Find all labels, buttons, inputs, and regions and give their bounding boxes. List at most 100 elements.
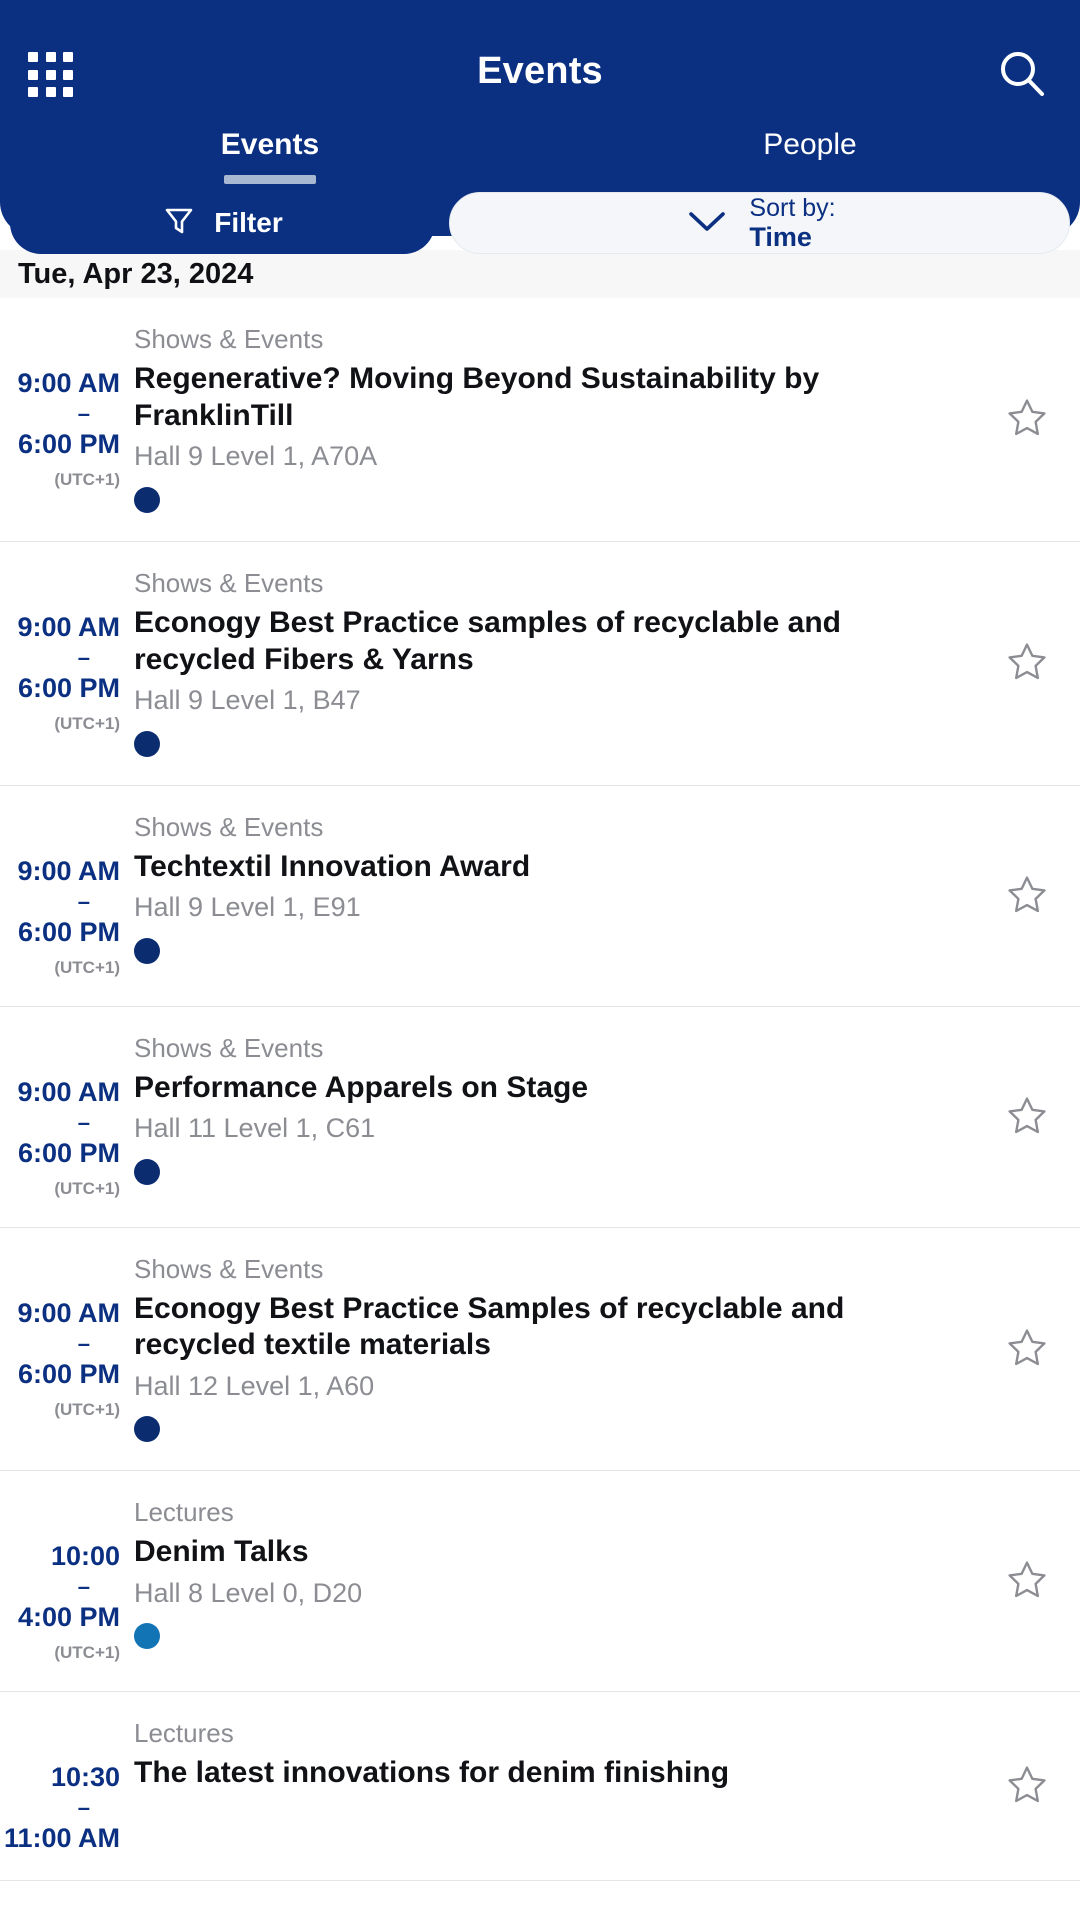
event-content-column: Shows & Events Regenerative? Moving Beyon… xyxy=(134,324,974,513)
event-timezone-label: (UTC+1) xyxy=(54,1178,120,1198)
event-category-dot xyxy=(134,486,160,513)
event-location: Hall 9 Level 1, B47 xyxy=(134,685,361,716)
event-content-column: Shows & Events Econogy Best Practice samp… xyxy=(134,568,974,757)
event-category: Lectures xyxy=(134,1497,234,1528)
event-start-time: 9:00 AM xyxy=(17,1076,120,1107)
event-timezone-label: (UTC+1) xyxy=(54,1399,120,1419)
event-time-column: 10:00–4:00 PM (UTC+1) xyxy=(0,1497,134,1663)
search-icon[interactable] xyxy=(994,46,1050,102)
event-category-dot xyxy=(134,1416,160,1443)
funnel-icon xyxy=(162,204,196,243)
event-category-dot xyxy=(134,937,160,964)
event-time-column: 9:00 AM –6:00 PM (UTC+1) xyxy=(0,568,134,757)
event-content-column: Lectures The latest innovations for denim… xyxy=(134,1718,974,1852)
event-list-item[interactable]: 10:30–11:00 AM Lectures The latest innovat… xyxy=(0,1692,1080,1882)
filter-button-label: Filter xyxy=(214,207,283,238)
sort-by-label: Sort by: xyxy=(749,193,836,222)
event-content-column: Shows & Events Techtextil Innovation Awar… xyxy=(134,812,974,978)
event-time-dash: – xyxy=(77,888,90,914)
header-tabs: Events People xyxy=(0,128,1080,184)
event-location: Hall 12 Level 1, A60 xyxy=(134,1370,375,1401)
event-timezone-label: (UTC+1) xyxy=(54,957,120,977)
event-list-item[interactable]: 9:00 AM – 6:00 PM (UTC+1) Shows & Events Rege… xyxy=(0,298,1080,542)
favorite-star-icon[interactable] xyxy=(974,324,1080,513)
event-category-dot xyxy=(134,1158,160,1185)
event-title: Regenerative? Moving Beyond Sustainabili… xyxy=(134,362,820,432)
tab-people[interactable]: People xyxy=(540,128,1080,184)
tab-people-label: People xyxy=(763,128,857,161)
event-category-dot xyxy=(134,1623,160,1650)
event-list: 9:00 AM –6:00 PM (UTC+1) Shows & Events Rege… xyxy=(0,298,1080,1882)
event-time-dash: – xyxy=(77,1330,90,1356)
event-title: Performance Apparels on Stage xyxy=(134,1070,589,1104)
app-screen: Events Events People Filter Sort by: Tim… xyxy=(0,0,1080,1920)
event-category: Shows & Events xyxy=(134,811,324,842)
event-time-column: 9:00 AM –6:00 PM (UTC+1) xyxy=(0,812,134,978)
favorite-star-icon[interactable] xyxy=(974,812,1080,978)
event-list-item[interactable]: 9:00 AM –6:00 PM (UTC+1) Shows & Events Econ… xyxy=(0,1227,1080,1472)
event-title: Econogy Best Practice samples of recycla… xyxy=(134,605,841,676)
event-time-column: 10:30–11:00 AM xyxy=(0,1718,134,1852)
tab-active-indicator xyxy=(224,175,316,184)
favorite-star-icon[interactable] xyxy=(974,1497,1080,1663)
event-start-time: 9:00 AM xyxy=(17,855,120,886)
event-end-time: 6:00 PM xyxy=(17,429,120,459)
event-location: Hall 9 Level 1, E91 xyxy=(134,892,361,923)
event-title: Denim Talks xyxy=(134,1535,309,1569)
page-title: Events xyxy=(477,50,603,92)
event-list-item[interactable]: 9:00 AM –6:00 PM (UTC+1) Shows & Events Perf… xyxy=(0,1006,1080,1228)
event-time-dash: – xyxy=(77,1109,90,1135)
event-end-time: 11:00 AM xyxy=(3,1823,120,1854)
favorite-star-icon[interactable] xyxy=(974,1254,1080,1443)
event-category: Shows & Events xyxy=(134,1253,324,1284)
event-time-column: 9:00 AM –6:00 PM (UTC+1) xyxy=(0,1254,134,1443)
event-category: Shows & Events xyxy=(134,324,324,354)
event-category: Lectures xyxy=(134,1718,234,1749)
event-list-item[interactable]: 9:00 AM –6:00 PM (UTC+1) Shows & Events Tech… xyxy=(0,785,1080,1007)
event-category: Shows & Events xyxy=(134,1032,324,1063)
event-location: Hall 8 Level 0, D20 xyxy=(134,1578,363,1609)
event-end-time: 6:00 PM xyxy=(17,916,120,947)
event-start-time: 9:00 AM xyxy=(17,368,120,398)
event-timezone-label: (UTC+1) xyxy=(54,713,120,733)
event-time-column: 9:00 AM –6:00 PM (UTC+1) xyxy=(0,1033,134,1199)
event-location: Hall 11 Level 1, C61 xyxy=(134,1113,376,1144)
event-time-dash: – xyxy=(77,401,90,426)
event-time-dash: – xyxy=(77,644,90,670)
event-end-time: 6:00 PM xyxy=(17,1137,120,1168)
favorite-star-icon[interactable] xyxy=(974,568,1080,757)
event-timezone-label: (UTC+1) xyxy=(54,1643,120,1663)
event-title: Techtextil Innovation Award xyxy=(134,849,531,883)
favorite-star-icon[interactable] xyxy=(974,1718,1080,1852)
event-list-item[interactable]: 9:00 AM –6:00 PM (UTC+1) Shows & Events Econ… xyxy=(0,541,1080,786)
event-title: Econogy Best Practice Samples of recycla… xyxy=(134,1291,845,1362)
filter-button[interactable]: Filter xyxy=(10,192,435,254)
chevron-down-icon xyxy=(683,206,731,241)
tab-events[interactable]: Events xyxy=(0,128,540,184)
event-end-time: 4:00 PM xyxy=(17,1602,120,1633)
event-start-time: 10:30 xyxy=(50,1762,120,1793)
event-content-column: Shows & Events Econogy Best Practice Samp… xyxy=(134,1254,974,1443)
event-title: The latest innovations for denim finishi… xyxy=(134,1756,730,1790)
event-category-dot xyxy=(134,730,160,757)
date-section-header: Tue, Apr 23, 2024 xyxy=(0,250,1080,298)
event-content-column: Shows & Events Performance Apparels on St… xyxy=(134,1033,974,1199)
event-end-time: 6:00 PM xyxy=(17,672,120,703)
event-content-column: Lectures Denim Talks Hall 8 Level 0, D20 xyxy=(134,1497,974,1663)
date-section-label: Tue, Apr 23, 2024 xyxy=(18,257,254,290)
favorite-star-icon[interactable] xyxy=(974,1033,1080,1199)
event-time-column: 9:00 AM – 6:00 PM (UTC+1) xyxy=(0,324,134,513)
tab-events-label: Events xyxy=(220,128,320,161)
event-timezone-label: (UTC+1) xyxy=(54,470,120,489)
filter-sort-bar: Filter Sort by: Time xyxy=(0,192,1080,254)
event-location: Hall 9 Level 1, A70A xyxy=(134,441,378,472)
event-list-item[interactable]: 10:00–4:00 PM (UTC+1) Lectures Denim Talks H… xyxy=(0,1471,1080,1693)
event-start-time: 9:00 AM xyxy=(17,1297,120,1328)
event-time-dash: – xyxy=(77,1574,90,1600)
event-end-time: 6:00 PM xyxy=(17,1358,120,1389)
sort-button[interactable]: Sort by: Time xyxy=(449,192,1070,254)
event-start-time: 10:00 xyxy=(50,1541,120,1572)
sort-by-value: Time xyxy=(749,221,812,252)
sort-text-group: Sort by: Time xyxy=(749,193,836,252)
event-time-dash: – xyxy=(77,1795,90,1821)
